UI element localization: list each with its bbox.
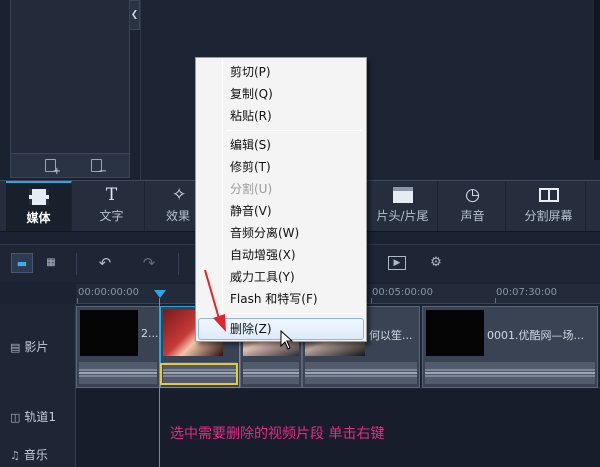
redo-button[interactable]: ↷ bbox=[138, 253, 160, 273]
menu-item-split: 分割(U) bbox=[230, 182, 273, 196]
video-clip-1[interactable]: 2... bbox=[76, 306, 160, 388]
ruler-tick bbox=[495, 298, 496, 303]
clip-waveform bbox=[243, 362, 299, 384]
mouse-cursor-icon bbox=[280, 330, 294, 350]
clapper-icon bbox=[368, 181, 437, 207]
red-arrow-annotation bbox=[204, 269, 226, 332]
ruler-label: 00:00:00:00 bbox=[78, 287, 140, 298]
ruler-tick bbox=[371, 298, 372, 303]
film-strip-icon: ▤ bbox=[10, 341, 21, 354]
arrow-shaft bbox=[204, 269, 221, 323]
film-icon bbox=[6, 183, 71, 209]
tab-audio[interactable]: ◷ 声音 bbox=[440, 181, 506, 231]
overlay-track-icon: ◫ bbox=[10, 411, 21, 424]
clip-waveform bbox=[305, 362, 417, 384]
track-header-overlay[interactable]: ◫ 轨道1 bbox=[0, 408, 76, 425]
instruction-text: 选中需要删除的视频片段 单击右键 bbox=[170, 426, 385, 442]
redo-icon: ↷ bbox=[142, 254, 156, 272]
library-footer bbox=[11, 153, 129, 177]
track-label: 音乐 bbox=[23, 448, 48, 462]
track-label: 轨道1 bbox=[24, 410, 57, 424]
clip-thumbnail bbox=[426, 310, 484, 356]
clip-label: 0001.优酷网—场... bbox=[487, 329, 584, 342]
menu-separator bbox=[226, 313, 362, 314]
storyboard-view-button[interactable]: ▦ bbox=[40, 253, 62, 273]
tab-media[interactable]: 媒体 bbox=[6, 181, 72, 231]
toolbar-divider bbox=[178, 253, 179, 275]
tab-media-label: 媒体 bbox=[26, 211, 51, 225]
magic-wand-icon: ✧ bbox=[172, 185, 187, 205]
timeline-view-button[interactable]: ▬ bbox=[11, 253, 33, 273]
menu-item-mute[interactable]: 静音(V) bbox=[198, 200, 364, 222]
menu-item-paste[interactable]: 粘贴(R) bbox=[198, 105, 364, 127]
music-note-icon: ♫ bbox=[10, 449, 20, 462]
track-header-video[interactable]: ▤ 影片 bbox=[0, 338, 76, 355]
remove-file-icon[interactable] bbox=[91, 159, 107, 177]
collapse-panel-button[interactable]: ❮ bbox=[130, 0, 140, 30]
clip-label: 2... bbox=[141, 327, 159, 340]
track-header-music[interactable]: ♫ 音乐 bbox=[0, 446, 76, 463]
tab-titles[interactable]: 片头/片尾 bbox=[368, 181, 438, 231]
menu-item-edit[interactable]: 编辑(S) bbox=[198, 134, 364, 156]
track-headers: ▤ 影片 ◫ 轨道1 ♫ 音乐 bbox=[0, 304, 76, 467]
tab-effects[interactable]: ✧ 效果 bbox=[152, 181, 196, 231]
tab-titles-label: 片头/片尾 bbox=[376, 209, 429, 223]
playhead-line bbox=[159, 298, 160, 467]
toolbar-divider bbox=[76, 253, 77, 275]
undo-button[interactable]: ↶ bbox=[94, 253, 116, 273]
menu-separator bbox=[226, 130, 362, 131]
clip-thumbnail bbox=[80, 310, 138, 356]
ruler-label: 00:07:30:00 bbox=[496, 287, 558, 298]
clip-waveform bbox=[425, 362, 595, 384]
tab-effects-label: 效果 bbox=[166, 209, 191, 223]
clip-waveform bbox=[79, 362, 157, 384]
tab-audio-label: 声音 bbox=[460, 209, 485, 223]
tab-text[interactable]: T 文字 bbox=[79, 181, 145, 231]
ruler-label: 00:05:00:00 bbox=[372, 287, 434, 298]
clip-label: 何以笙... bbox=[369, 329, 413, 342]
tab-split-screen-label: 分割屏幕 bbox=[524, 209, 573, 223]
import-file-icon[interactable] bbox=[45, 159, 61, 177]
arrow-head bbox=[213, 314, 226, 332]
audio-selection-box bbox=[160, 363, 238, 385]
record-capture-icon: ▶ bbox=[393, 258, 401, 268]
headphones-icon: ◷ bbox=[465, 185, 480, 205]
menu-item-copy[interactable]: 复制(Q) bbox=[198, 83, 364, 105]
text-icon: T bbox=[105, 185, 118, 205]
track-manager-button[interactable]: ⚙ bbox=[425, 253, 447, 273]
undo-icon: ↶ bbox=[98, 254, 112, 272]
split-screen-icon bbox=[512, 181, 585, 207]
menu-item-split-audio[interactable]: 音频分离(W) bbox=[198, 222, 364, 244]
menu-item-trim[interactable]: 修剪(T) bbox=[198, 156, 364, 178]
preview-scrollbar[interactable] bbox=[594, 0, 600, 160]
timeline-view-icon: ▬ bbox=[16, 257, 28, 270]
menu-item-auto-enhance[interactable]: 自动增强(X) bbox=[198, 244, 364, 266]
library-panel bbox=[10, 0, 130, 178]
gear-icon: ⚙ bbox=[430, 255, 442, 270]
record-capture-button[interactable]: ▶ bbox=[388, 256, 406, 270]
video-clip-5[interactable]: 0001.优酷网—场... bbox=[422, 306, 598, 388]
track-label: 影片 bbox=[24, 340, 49, 354]
ruler-tick bbox=[77, 298, 78, 303]
tab-text-label: 文字 bbox=[99, 209, 124, 223]
playhead-handle[interactable] bbox=[154, 290, 166, 298]
menu-item-cut[interactable]: 剪切(P) bbox=[198, 61, 364, 83]
storyboard-view-icon: ▦ bbox=[46, 257, 56, 268]
tab-split-screen[interactable]: 分割屏幕 bbox=[512, 181, 586, 231]
